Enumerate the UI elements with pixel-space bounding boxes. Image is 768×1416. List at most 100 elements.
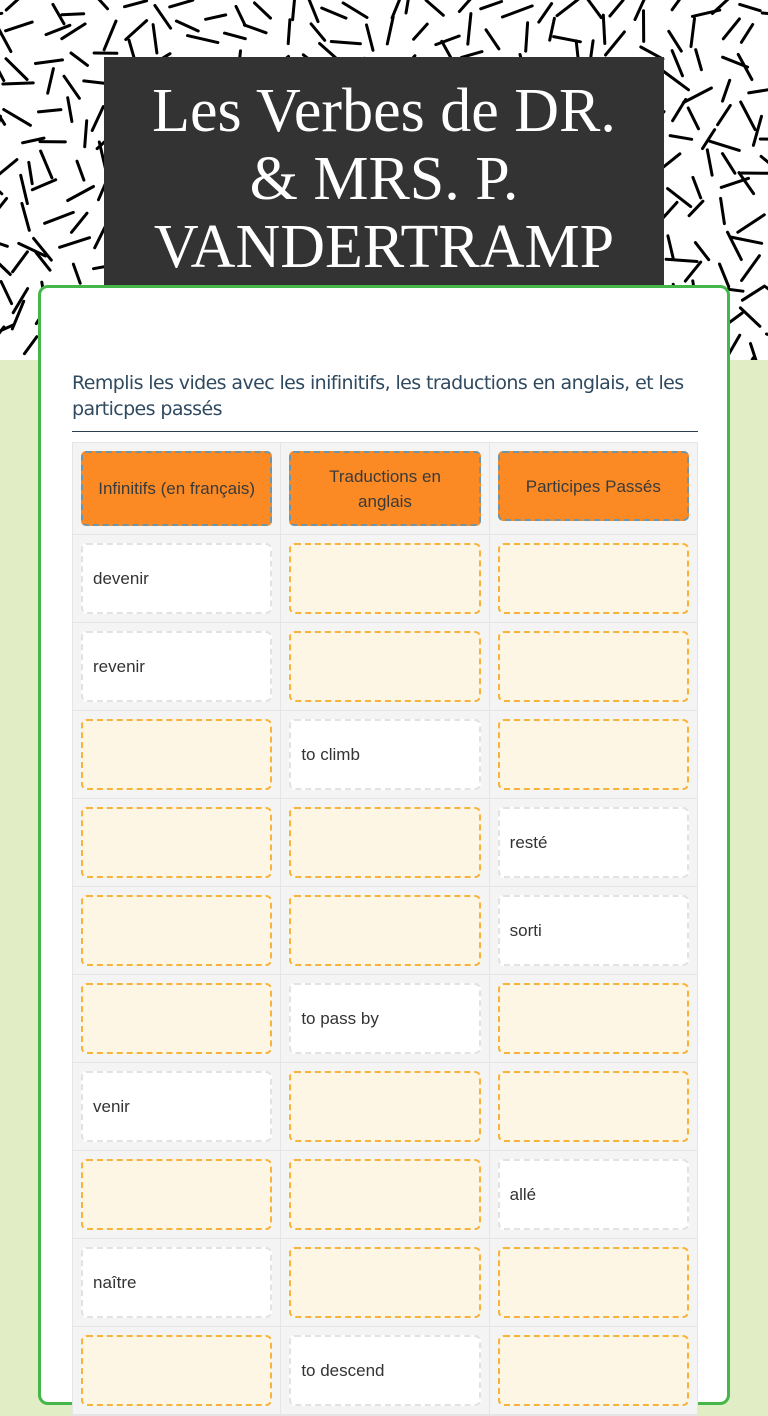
pattern-dash — [64, 76, 79, 98]
given-traduction-card[interactable]: to climb — [289, 719, 480, 790]
pattern-dash — [749, 89, 768, 93]
title-line-2: & MRS. P. — [104, 145, 664, 213]
pattern-dash — [206, 15, 226, 19]
pattern-dash — [741, 25, 752, 43]
pattern-dash — [41, 151, 52, 178]
pattern-dash — [721, 198, 725, 223]
given-participe-card[interactable]: sorti — [498, 895, 689, 966]
pattern-dash — [68, 98, 72, 122]
pattern-dash — [6, 22, 33, 31]
given-infinitif-card[interactable]: revenir — [81, 631, 272, 702]
pattern-dash — [126, 21, 147, 40]
pattern-dash — [703, 130, 715, 149]
blank-infinitif-dropzone[interactable] — [81, 1335, 272, 1406]
given-traduction-card[interactable]: to descend — [289, 1335, 480, 1406]
pattern-dash — [236, 6, 245, 25]
worksheet-card: Remplis les vides avec les inifinitifs, … — [38, 285, 730, 1405]
pattern-dash — [712, 0, 735, 13]
given-participe-card[interactable]: resté — [498, 807, 689, 878]
blank-infinitif-dropzone[interactable] — [81, 1159, 272, 1230]
pattern-dash — [93, 0, 108, 9]
pattern-dash — [741, 102, 755, 130]
pattern-dash — [669, 31, 682, 51]
pattern-dash — [557, 0, 578, 16]
column-header-infinitifs: Infinitifs (en français) — [81, 451, 272, 526]
table-row: revenir — [73, 623, 697, 711]
pattern-dash — [718, 105, 731, 124]
pattern-dash — [585, 0, 601, 18]
pattern-dash — [742, 286, 764, 300]
pattern-dash — [740, 4, 761, 10]
pattern-dash — [0, 239, 7, 247]
pattern-dash — [672, 0, 684, 10]
pattern-dash — [723, 19, 739, 39]
blank-traduction-dropzone[interactable] — [289, 543, 480, 614]
pattern-dash — [603, 15, 605, 43]
blank-participe-dropzone[interactable] — [498, 631, 689, 702]
pattern-dash — [730, 237, 761, 243]
pattern-dash — [387, 17, 393, 44]
pattern-dash — [666, 259, 697, 261]
table-row: sorti — [73, 887, 697, 975]
blank-infinitif-dropzone[interactable] — [81, 895, 272, 966]
blank-participe-dropzone[interactable] — [498, 543, 689, 614]
pattern-dash — [21, 175, 28, 203]
pattern-dash — [188, 36, 218, 43]
given-infinitif-card[interactable]: devenir — [81, 543, 272, 614]
divider — [72, 431, 698, 432]
table-row: to descend — [73, 1327, 697, 1415]
given-infinitif-card[interactable]: naître — [81, 1247, 272, 1318]
pattern-dash — [343, 3, 367, 18]
pattern-dash — [104, 21, 116, 50]
pattern-dash — [308, 0, 318, 22]
pattern-dash — [170, 0, 193, 7]
pattern-dash — [331, 42, 360, 44]
pattern-dash — [288, 20, 290, 44]
pattern-dash — [670, 136, 692, 140]
pattern-dash — [691, 19, 695, 47]
pattern-dash — [414, 24, 428, 39]
pattern-dash — [39, 110, 61, 112]
pattern-dash — [688, 108, 698, 129]
pattern-dash — [392, 0, 402, 18]
pattern-dash — [6, 59, 27, 80]
pattern-dash — [367, 25, 374, 50]
pattern-dash — [0, 178, 2, 194]
pattern-dash — [502, 6, 532, 17]
pattern-dash — [29, 162, 32, 183]
given-traduction-card[interactable]: to pass by — [289, 983, 480, 1054]
blank-participe-dropzone[interactable] — [498, 1071, 689, 1142]
blank-infinitif-dropzone[interactable] — [81, 719, 272, 790]
instructions-text: Remplis les vides avec les inifinitifs, … — [72, 370, 702, 422]
pattern-dash — [0, 13, 2, 16]
blank-participe-dropzone[interactable] — [498, 1335, 689, 1406]
blank-traduction-dropzone[interactable] — [289, 631, 480, 702]
pattern-dash — [0, 198, 7, 217]
blank-traduction-dropzone[interactable] — [289, 1159, 480, 1230]
pattern-dash — [742, 358, 753, 360]
table-row: resté — [73, 799, 697, 887]
pattern-dash — [71, 53, 88, 65]
pattern-dash — [738, 215, 765, 232]
pattern-dash — [762, 13, 768, 15]
pattern-dash — [738, 54, 752, 79]
pattern-dash — [710, 141, 739, 150]
blank-traduction-dropzone[interactable] — [289, 895, 480, 966]
blank-traduction-dropzone[interactable] — [289, 1247, 480, 1318]
blank-traduction-dropzone[interactable] — [289, 807, 480, 878]
pattern-dash — [486, 30, 499, 49]
pattern-dash — [610, 0, 623, 16]
table-row: to climb — [73, 711, 697, 799]
blank-participe-dropzone[interactable] — [498, 719, 689, 790]
blank-traduction-dropzone[interactable] — [289, 1071, 480, 1142]
pattern-dash — [73, 264, 80, 283]
pattern-dash — [92, 107, 103, 131]
pattern-dash — [322, 8, 346, 18]
blank-infinitif-dropzone[interactable] — [81, 807, 272, 878]
pattern-dash — [740, 308, 760, 326]
given-infinitif-card[interactable]: venir — [81, 1071, 272, 1142]
blank-infinitif-dropzone[interactable] — [81, 983, 272, 1054]
given-participe-card[interactable]: allé — [498, 1159, 689, 1230]
blank-participe-dropzone[interactable] — [498, 983, 689, 1054]
blank-participe-dropzone[interactable] — [498, 1247, 689, 1318]
